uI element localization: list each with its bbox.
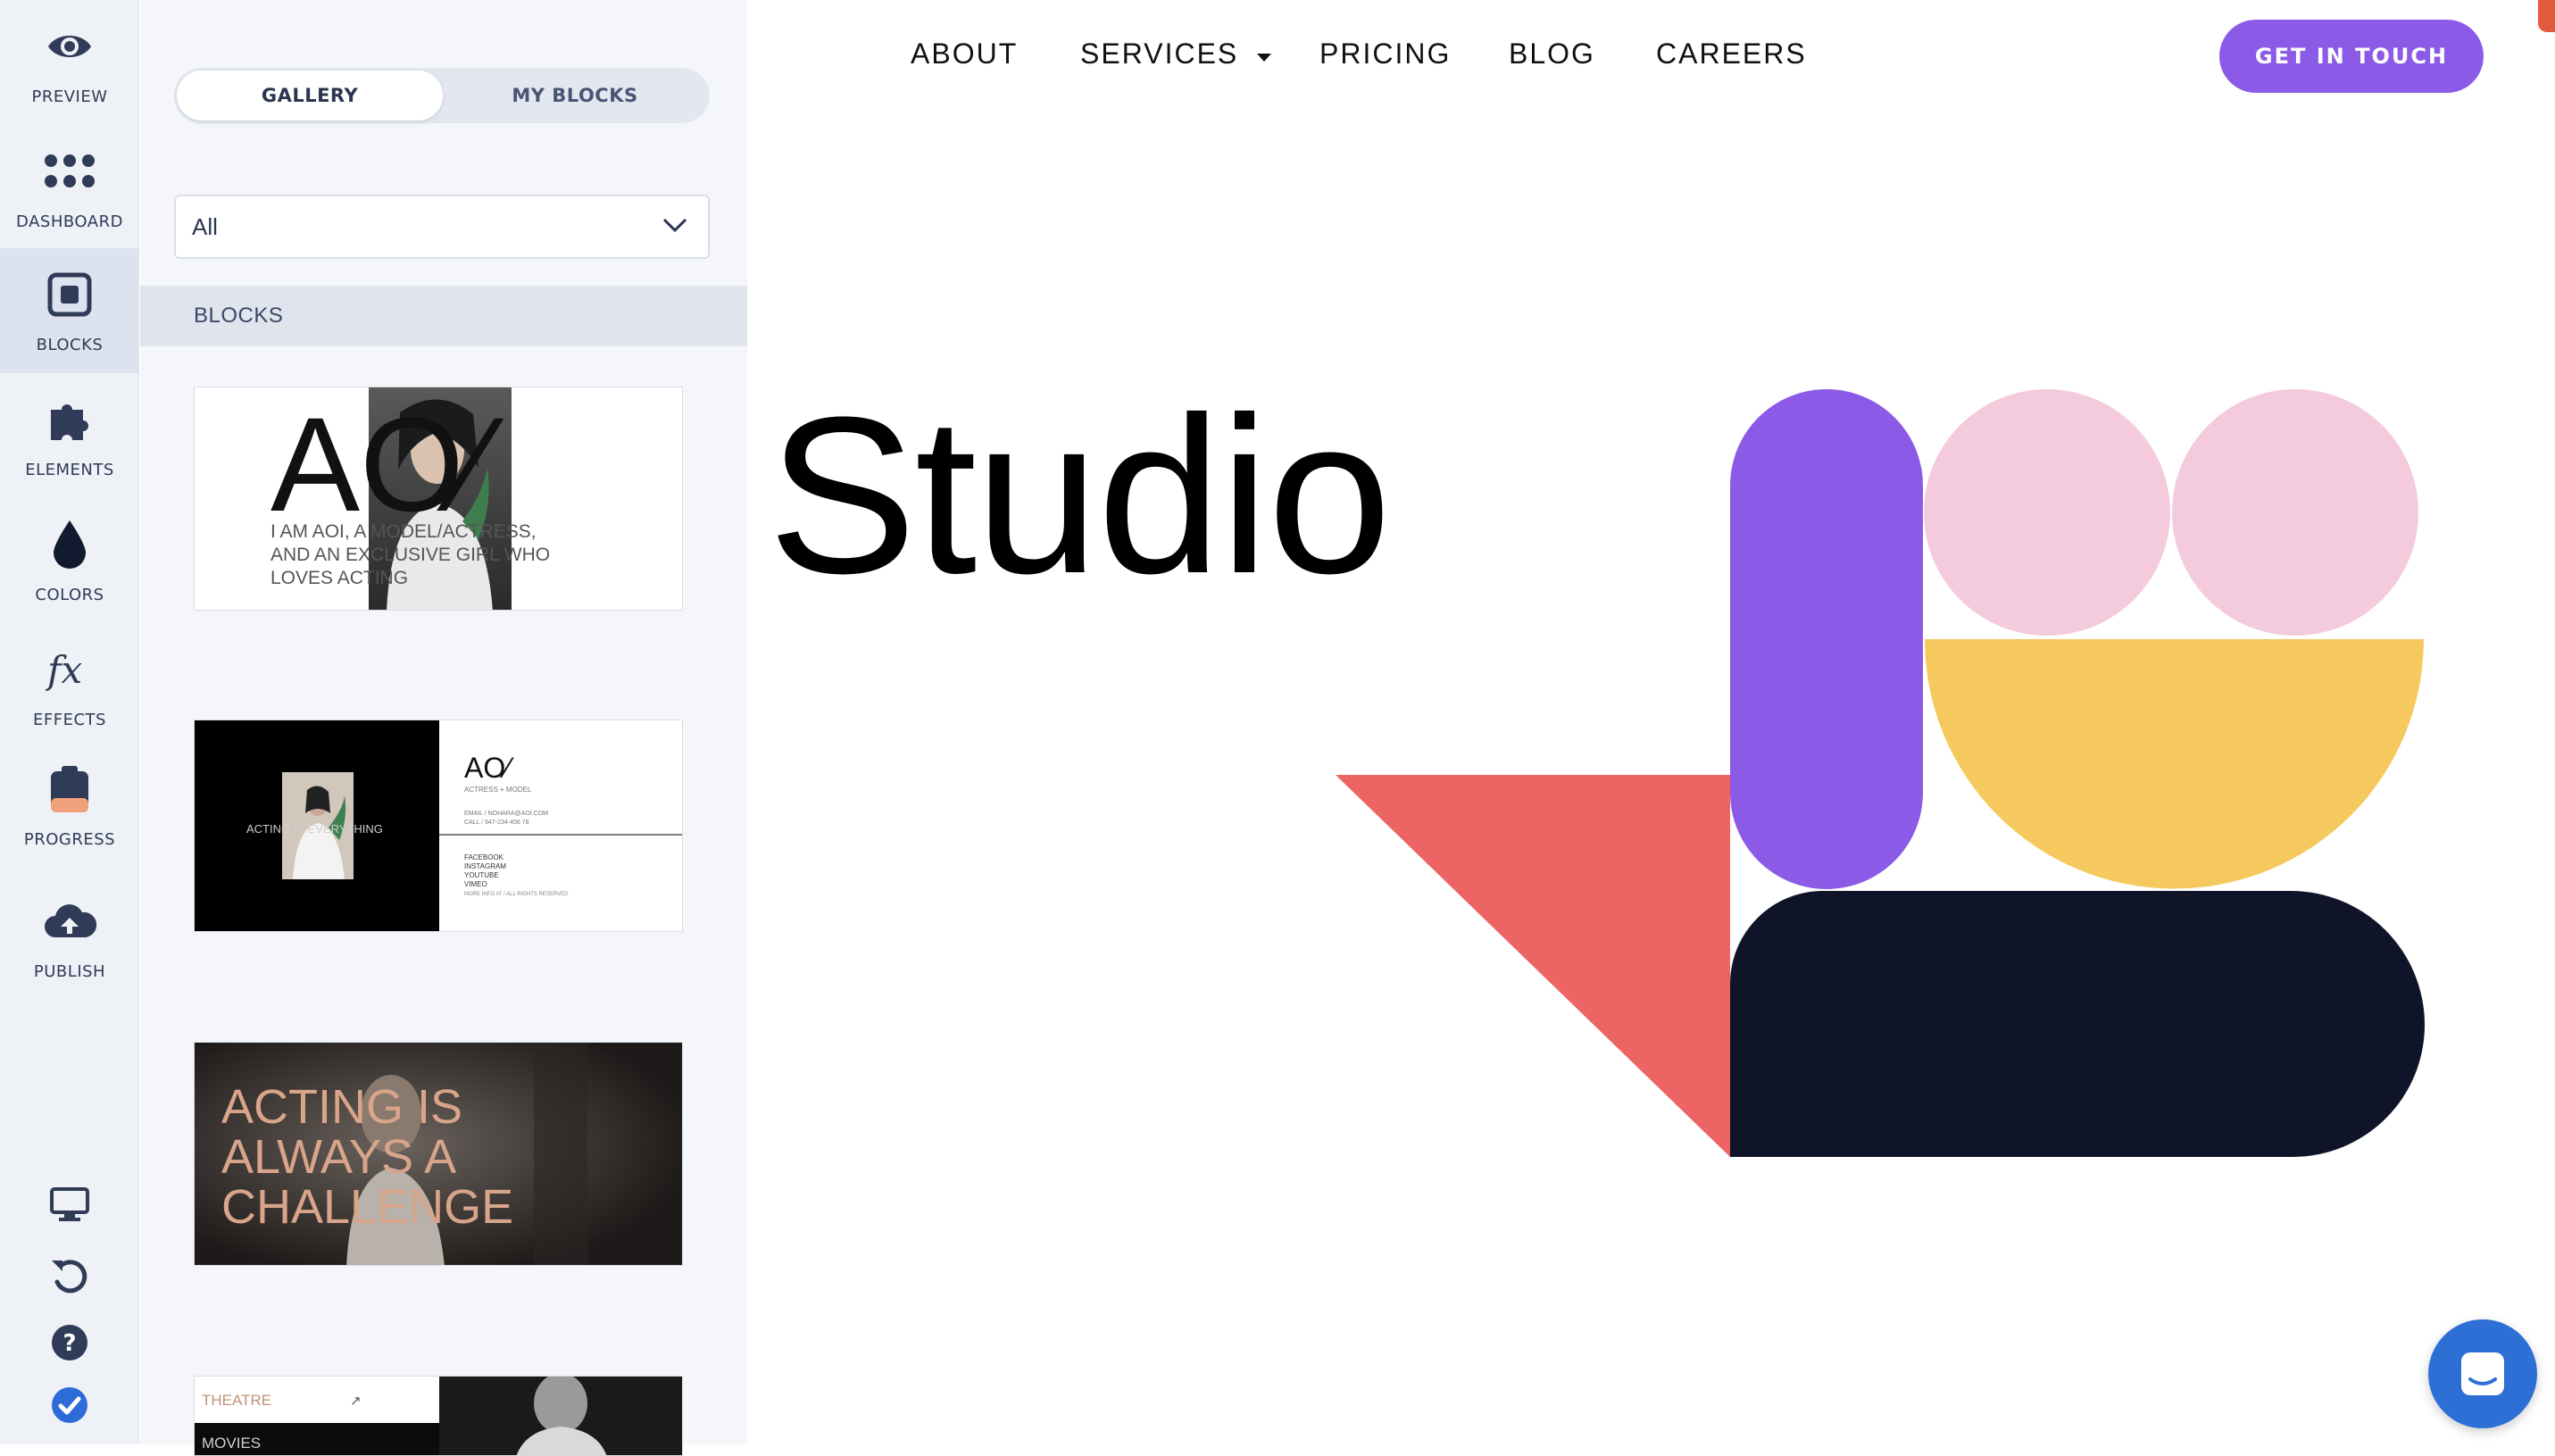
- thumb-logo: AO⁄: [464, 752, 514, 784]
- gallery-toggle: GALLERY MY BLOCKS: [174, 68, 710, 123]
- coral-triangle: [1336, 775, 1730, 1157]
- pink-circle-right: [2172, 389, 2418, 636]
- thumb-text: LOVES ACTING: [270, 568, 408, 588]
- purple-pill: [1730, 389, 1923, 889]
- rail-item-progress[interactable]: PROGRESS: [0, 743, 139, 868]
- category-select-value: All: [192, 212, 218, 240]
- block-thumbnail-3[interactable]: ACTING IS ALWAYS A CHALLENGE: [194, 1042, 683, 1266]
- rail-item-dashboard[interactable]: DASHBOARD: [0, 125, 139, 250]
- undo-icon: [52, 1260, 87, 1294]
- drop-icon: [43, 518, 96, 571]
- hero-illustration: [1336, 389, 2425, 1157]
- thumb-text: FACEBOOK: [464, 853, 504, 861]
- undo-button[interactable]: [0, 1250, 139, 1303]
- thumb-text: VIMEO: [464, 880, 487, 888]
- rail-label: COLORS: [35, 586, 104, 604]
- block-preview-2: ACTING IS EVERYTHING AO⁄ ACTRESS + MODEL…: [195, 720, 682, 931]
- rail-item-publish[interactable]: PUBLISH: [0, 875, 139, 1000]
- desktop-icon: [50, 1187, 89, 1221]
- cloud-upload-icon: [43, 894, 96, 948]
- clipboard-icon: [43, 762, 96, 816]
- thumb-text: MORE INFO AT / ALL RIGHTS RESERVED: [464, 892, 569, 897]
- thumb-text: ACTRESS + MODEL: [464, 786, 532, 794]
- rail-item-colors[interactable]: COLORS: [0, 498, 139, 623]
- help-icon: ?: [52, 1325, 87, 1360]
- check-circle-icon: [52, 1387, 87, 1423]
- thumb-text: I AM AOI, A MODEL/ACTRESS,: [270, 521, 537, 542]
- chat-icon: [2461, 1352, 2504, 1395]
- grid-dots-icon: [43, 145, 96, 198]
- thumb-text: ALWAYS A: [221, 1130, 456, 1184]
- rail-label: ELEMENTS: [25, 461, 114, 479]
- rail-item-blocks[interactable]: BLOCKS: [0, 248, 139, 373]
- arrow-icon: ↗: [350, 1393, 362, 1409]
- blocks-panel: GALLERY MY BLOCKS All BLOCKS AO⁄ I AM AO…: [140, 0, 747, 1456]
- thumb-text: AND AN EXCLUSIVE GIRL WHO: [270, 545, 550, 565]
- thumb-text: MOVIES: [202, 1435, 261, 1452]
- block-preview-3: ACTING IS ALWAYS A CHALLENGE: [195, 1043, 682, 1265]
- thumb-text: ACTING IS: [221, 1080, 462, 1134]
- thumb-logo: AO⁄: [270, 389, 504, 539]
- chevron-down-icon: [662, 218, 687, 233]
- yellow-half-circle: [1925, 639, 2424, 889]
- icon-rail: PREVIEW DASHBOARD BLOCKS ELEMENTS COLORS…: [0, 0, 139, 1444]
- eye-icon: [43, 20, 96, 73]
- navy-block: [1730, 891, 2425, 1157]
- block-preview-1: AO⁄ I AM AOI, A MODEL/ACTRESS, AND AN EX…: [270, 387, 550, 610]
- puzzle-icon: [43, 393, 96, 446]
- svg-text:?: ?: [62, 1330, 76, 1357]
- chat-launcher-button[interactable]: [2428, 1319, 2537, 1428]
- thumb-text: THEATRE: [202, 1392, 271, 1409]
- thumb-text: CHALLENGE: [221, 1180, 513, 1234]
- rail-item-effects[interactable]: fx EFFECTS: [0, 623, 139, 748]
- rail-label: PUBLISH: [33, 962, 106, 981]
- rail-label: EFFECTS: [33, 711, 106, 729]
- rail-item-preview[interactable]: PREVIEW: [0, 0, 139, 125]
- thumb-text: EMAIL / NOHARA@AOI.COM: [464, 811, 548, 817]
- svg-text:fx: fx: [46, 648, 83, 692]
- pink-circle-left: [1924, 389, 2170, 636]
- thumb-text: CALL / 647-234-456 78: [464, 820, 529, 826]
- rail-label: BLOCKS: [36, 336, 104, 354]
- block-thumbnail-1[interactable]: AO⁄ I AM AOI, A MODEL/ACTRESS, AND AN EX…: [194, 387, 683, 611]
- blocks-icon: [43, 268, 96, 321]
- desktop-view-button[interactable]: [0, 1178, 139, 1232]
- section-title: BLOCKS: [140, 286, 747, 346]
- status-check-button[interactable]: [0, 1378, 139, 1432]
- block-thumbnail-2[interactable]: ACTING IS EVERYTHING AO⁄ ACTRESS + MODEL…: [194, 720, 683, 932]
- rail-item-elements[interactable]: ELEMENTS: [0, 373, 139, 498]
- rail-label: DASHBOARD: [16, 212, 123, 231]
- thumb-text: ACTING IS EVERYTHING: [246, 822, 383, 836]
- help-button[interactable]: ?: [0, 1316, 139, 1369]
- thumb-text: YOUTUBE: [464, 871, 499, 879]
- tab-my-blocks[interactable]: MY BLOCKS: [443, 71, 707, 121]
- fx-icon: fx: [43, 643, 96, 696]
- page-canvas: ABOUT SERVICES PRICING BLOG CAREERS GET …: [748, 0, 2555, 1444]
- rail-label: PREVIEW: [31, 87, 108, 106]
- rail-label: PROGRESS: [23, 830, 116, 849]
- category-select[interactable]: All: [174, 195, 710, 259]
- thumb-text: INSTAGRAM: [464, 862, 506, 870]
- tab-gallery[interactable]: GALLERY: [177, 71, 443, 121]
